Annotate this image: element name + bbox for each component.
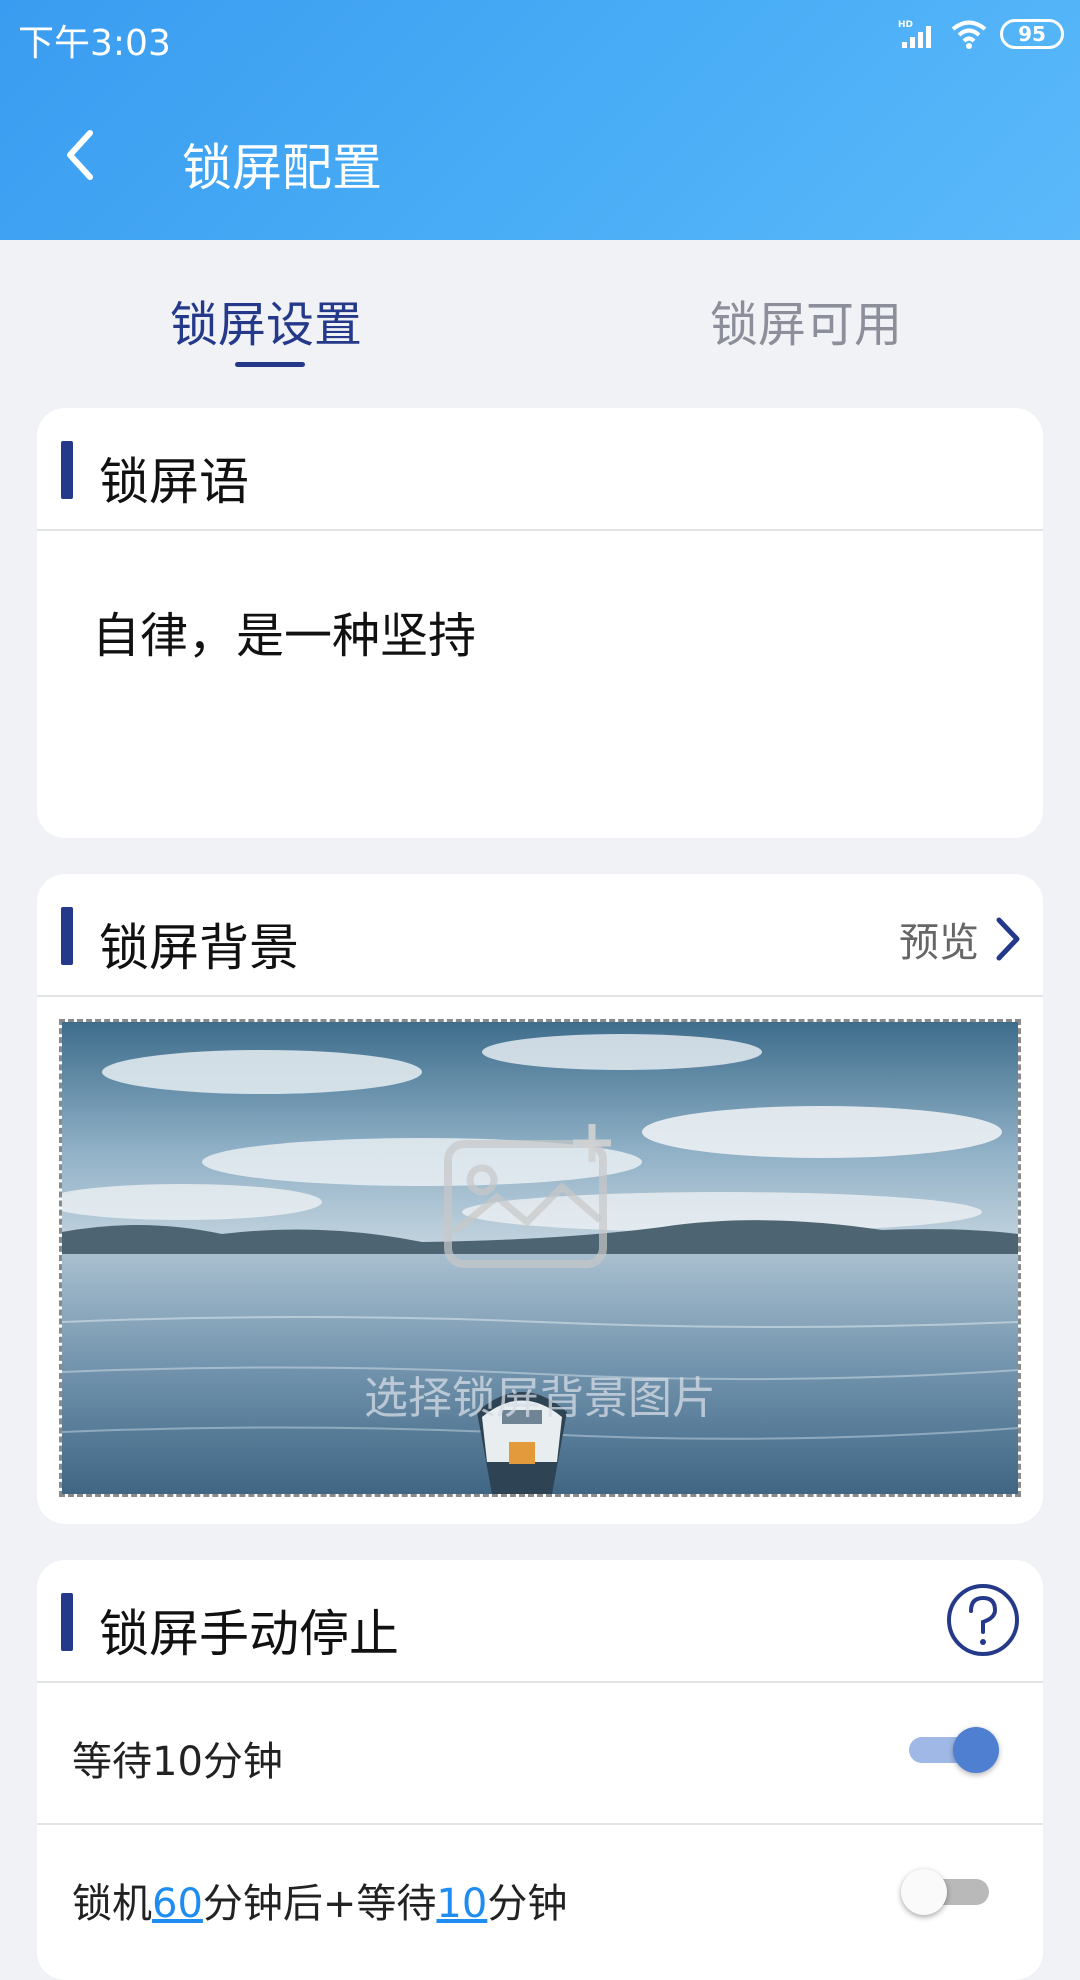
background-card-header: 锁屏背景 预览 <box>37 874 1043 997</box>
preview-label: 预览 <box>899 920 979 966</box>
wifi-icon <box>951 20 987 49</box>
wait-minutes-link[interactable]: 10 <box>436 1881 487 1927</box>
manual-stop-card-header: 锁屏手动停止 <box>37 1560 1043 1683</box>
option-row-lock-60: 锁机60分钟后+等待10分钟 <box>37 1825 1043 1967</box>
status-time: 下午3:03 <box>18 23 171 64</box>
option-text: 分钟 <box>487 1881 568 1927</box>
lock-minutes-link[interactable]: 60 <box>152 1881 203 1927</box>
option-row-wait-10: 等待10分钟 <box>37 1683 1043 1825</box>
select-background-hint: 选择锁屏背景图片 <box>364 1373 716 1424</box>
section-accent-bar <box>61 441 73 499</box>
motto-card: 锁屏语 自律，是一种坚持 <box>37 408 1043 838</box>
option-text: 锁机 <box>72 1881 152 1927</box>
option-text: 分钟后+等待 <box>202 1881 437 1927</box>
active-tab-indicator <box>235 362 305 367</box>
add-image-icon <box>444 1124 611 1268</box>
background-image-picker[interactable]: 选择锁屏背景图片 <box>59 1019 1021 1497</box>
section-accent-bar <box>61 1593 73 1651</box>
lock-60-toggle[interactable] <box>901 1869 989 1915</box>
option-label: 锁机60分钟后+等待10分钟 <box>72 1871 567 1929</box>
help-icon[interactable] <box>945 1582 1021 1658</box>
chevron-left-icon <box>67 130 93 180</box>
manual-stop-card: 锁屏手动停止 等待10分钟 锁机60分钟后+等待10分钟 <box>37 1560 1043 1980</box>
preview-button[interactable]: 预览 <box>899 910 1023 968</box>
wait-10-toggle[interactable] <box>909 1727 999 1773</box>
page-title: 锁屏配置 <box>182 139 382 197</box>
manual-stop-card-title: 锁屏手动停止 <box>99 1605 399 1663</box>
motto-card-title: 锁屏语 <box>99 453 249 511</box>
motto-card-header: 锁屏语 <box>37 408 1043 531</box>
tab-lock-available[interactable]: 锁屏可用 <box>710 285 902 355</box>
battery-icon: 95 <box>1000 19 1064 49</box>
motto-text-input[interactable]: 自律，是一种坚持 <box>92 596 476 666</box>
background-card-title: 锁屏背景 <box>99 919 299 977</box>
chevron-right-icon <box>996 917 1020 961</box>
tab-bar: 锁屏设置 锁屏可用 <box>0 240 1080 370</box>
section-accent-bar <box>61 907 73 965</box>
svg-text:HD: HD <box>898 20 913 30</box>
tab-lock-settings[interactable]: 锁屏设置 <box>170 285 362 355</box>
status-icons: HD 95 <box>898 18 1064 50</box>
toggle-knob <box>953 1727 999 1773</box>
background-card: 锁屏背景 预览 选择锁屏背景图片 <box>37 874 1043 1524</box>
hd-signal-icon: HD <box>898 20 931 48</box>
back-button[interactable] <box>60 125 110 185</box>
app-header: 下午3:03 HD 95 锁屏配置 <box>0 0 1080 240</box>
toggle-knob <box>901 1869 947 1915</box>
option-label: 等待10分钟 <box>72 1739 283 1785</box>
battery-level: 95 <box>1018 22 1046 46</box>
